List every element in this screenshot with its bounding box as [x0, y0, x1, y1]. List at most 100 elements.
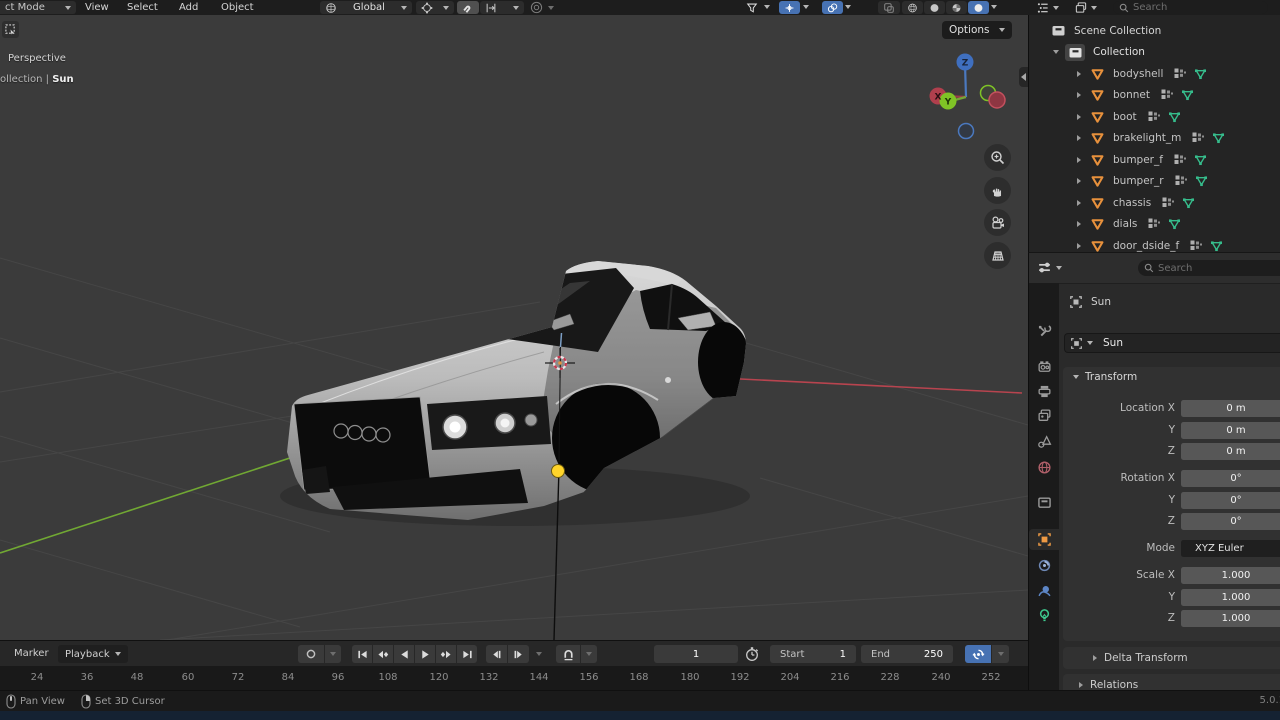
tab-view-layer[interactable]: [1036, 407, 1052, 423]
outliner-item-dials[interactable]: dials: [1029, 214, 1280, 236]
snap-toggle-button[interactable]: [457, 1, 479, 14]
outliner-item-bumper-r[interactable]: bumper_r: [1029, 171, 1280, 193]
proportional-editing-dropdown[interactable]: [530, 1, 554, 14]
tab-object[interactable]: [1036, 531, 1052, 547]
step-back-button[interactable]: [486, 645, 507, 663]
show-overlays-button[interactable]: [822, 1, 843, 14]
tab-tool[interactable]: [1036, 323, 1052, 339]
rotation-z-field[interactable]: 0°: [1181, 513, 1280, 530]
next-keyframe-button[interactable]: [436, 645, 456, 663]
object-name-field[interactable]: Sun: [1064, 333, 1280, 353]
transform-orientation-dropdown[interactable]: Global: [320, 1, 412, 14]
chevron-down-icon[interactable]: [991, 5, 997, 9]
menu-select[interactable]: Select: [127, 0, 158, 15]
location-z-field[interactable]: 0 m: [1181, 443, 1280, 460]
chevron-down-icon[interactable]: [536, 652, 542, 656]
menu-object[interactable]: Object: [221, 0, 254, 15]
scale-z-field[interactable]: 1.000: [1181, 610, 1280, 627]
sync-dropdown[interactable]: [992, 645, 1009, 663]
auto-keying-dropdown[interactable]: [325, 645, 341, 663]
timeline-snap-dropdown[interactable]: [581, 645, 597, 663]
jump-to-end-button[interactable]: [457, 645, 477, 663]
3d-viewport[interactable]: Perspective ollection | Sun Options Z X …: [0, 15, 1028, 640]
outliner-item-door-dside-f[interactable]: door_dside_f: [1029, 235, 1280, 252]
jump-to-start-button[interactable]: [352, 645, 372, 663]
snap-settings-dropdown[interactable]: [480, 1, 524, 14]
play-reverse-button[interactable]: [394, 645, 414, 663]
outliner-collection[interactable]: Collection: [1029, 42, 1280, 64]
properties-search-input[interactable]: [1138, 260, 1280, 276]
location-y-field[interactable]: 0 m: [1181, 422, 1280, 439]
outliner-item-bonnet[interactable]: bonnet: [1029, 85, 1280, 107]
transform-panel-header[interactable]: Transform: [1073, 371, 1137, 383]
chevron-down-icon[interactable]: [845, 5, 851, 9]
playback-menu[interactable]: Playback: [58, 645, 128, 663]
navigation-gizmo[interactable]: Z X Y: [925, 50, 1015, 142]
chevron-down-icon: [65, 6, 71, 10]
outliner-item-bodyshell[interactable]: bodyshell: [1029, 63, 1280, 85]
outliner-item-bumper-f[interactable]: bumper_f: [1029, 149, 1280, 171]
previous-keyframe-button[interactable]: [373, 645, 393, 663]
timeline-snap-toggle[interactable]: [556, 645, 580, 663]
tab-output[interactable]: [1036, 383, 1052, 399]
outliner-item-brakelight-m[interactable]: brakelight_m: [1029, 128, 1280, 150]
ruler-tick: 216: [830, 672, 849, 683]
frame-start-field[interactable]: Start 1: [770, 645, 856, 663]
relations-panel[interactable]: Relations: [1063, 674, 1280, 690]
expand-icon[interactable]: [1077, 71, 1081, 77]
shading-material-button[interactable]: [946, 1, 967, 14]
tab-world[interactable]: [1036, 459, 1052, 475]
mode-dropdown[interactable]: ct Mode: [0, 1, 76, 14]
sidebar-collapse-handle[interactable]: [1019, 67, 1028, 87]
gizmo-neg-z-axis[interactable]: [959, 124, 974, 139]
timeline-ruler[interactable]: 24 36 48 60 72 84 96 108 120 132 144 156…: [0, 666, 1028, 690]
properties-editor-type-dropdown[interactable]: [1037, 260, 1062, 275]
shading-rendered-button[interactable]: [968, 1, 989, 14]
rotation-mode-dropdown[interactable]: XYZ Euler: [1181, 540, 1280, 557]
pan-button[interactable]: [984, 177, 1011, 204]
auto-keying-toggle[interactable]: [298, 645, 324, 663]
tab-render[interactable]: [1036, 358, 1052, 374]
outliner-scene-collection[interactable]: Scene Collection: [1029, 20, 1280, 42]
outliner-item-chassis[interactable]: chassis: [1029, 192, 1280, 214]
shading-wireframe-button[interactable]: [902, 1, 923, 14]
tab-constraints[interactable]: [1036, 557, 1052, 573]
chevron-down-icon[interactable]: [764, 5, 770, 9]
scale-y-field[interactable]: 1.000: [1181, 589, 1280, 606]
xray-toggle-button[interactable]: [878, 1, 900, 14]
options-dropdown[interactable]: Options: [942, 21, 1012, 39]
object-visibility-button[interactable]: [741, 1, 763, 14]
location-x-field[interactable]: 0 m: [1181, 400, 1280, 417]
active-tool-button[interactable]: [2, 21, 19, 38]
tab-scene[interactable]: [1036, 433, 1052, 449]
rotation-x-field[interactable]: 0°: [1181, 470, 1280, 487]
shading-solid-button[interactable]: [924, 1, 945, 14]
chevron-down-icon[interactable]: [803, 5, 809, 9]
outliner-search-input[interactable]: [1113, 1, 1268, 14]
use-preview-range-button[interactable]: [744, 646, 760, 662]
step-forward-button[interactable]: [508, 645, 529, 663]
gizmo-neg-x-axis[interactable]: [989, 92, 1005, 108]
marker-menu[interactable]: Marker: [14, 641, 49, 667]
frame-end-field[interactable]: End 250: [861, 645, 953, 663]
playback-sync-toggle[interactable]: [965, 645, 991, 663]
outliner-item-boot[interactable]: boot: [1029, 106, 1280, 128]
collapse-icon[interactable]: [1053, 50, 1059, 54]
pivot-point-dropdown[interactable]: [416, 1, 454, 14]
tab-physics[interactable]: [1036, 582, 1052, 598]
current-frame-field[interactable]: 1: [654, 645, 738, 663]
zoom-button[interactable]: [984, 144, 1011, 171]
scale-x-field[interactable]: 1.000: [1181, 567, 1280, 584]
toggle-perspective-button[interactable]: [984, 242, 1011, 269]
menu-view[interactable]: View: [85, 0, 109, 15]
delta-transform-panel[interactable]: Delta Transform: [1063, 647, 1280, 669]
play-button[interactable]: [415, 645, 435, 663]
outliner-editor-type-dropdown[interactable]: [1036, 1, 1059, 14]
menu-add[interactable]: Add: [179, 0, 198, 15]
rotation-y-field[interactable]: 0°: [1181, 492, 1280, 509]
show-gizmo-button[interactable]: [779, 1, 800, 14]
tab-collection[interactable]: [1036, 494, 1052, 510]
outliner-display-mode-dropdown[interactable]: [1074, 1, 1097, 14]
tab-object-data[interactable]: [1036, 607, 1052, 623]
camera-view-button[interactable]: [984, 209, 1011, 236]
